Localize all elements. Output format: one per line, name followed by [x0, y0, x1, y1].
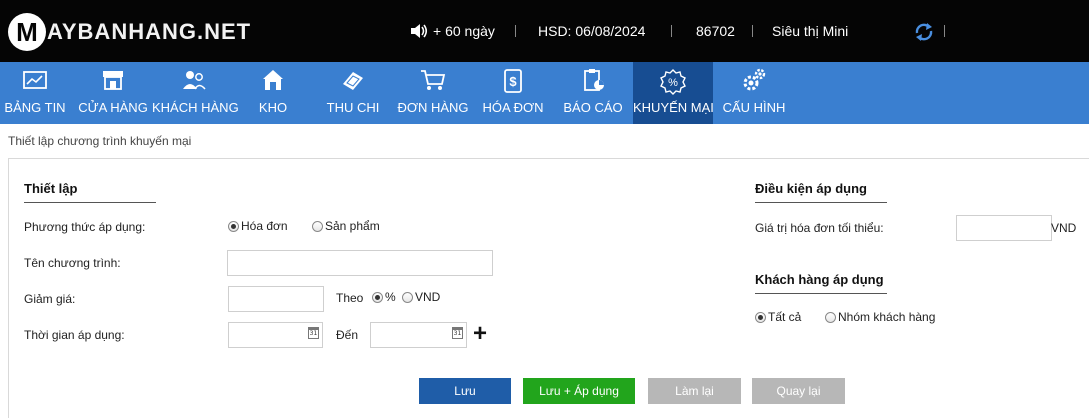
money-icon	[343, 72, 363, 90]
radio-checked[interactable]	[228, 220, 239, 232]
report-icon	[584, 69, 604, 91]
customers-radio-group[interactable]: Nhóm khách hàng	[825, 310, 935, 324]
dashboard-icon	[23, 71, 47, 89]
nav-item-settings[interactable]: CẤU HÌNH	[721, 62, 787, 124]
logo-text: AYBANHANG.NET	[47, 19, 252, 44]
breadcrumb: Thiết lập chương trình khuyến mại	[8, 134, 192, 148]
calendar-icon[interactable]: 31	[308, 327, 319, 339]
nav-item-invoices[interactable]: $ HÓA ĐƠN	[480, 62, 546, 124]
store-icon	[103, 71, 123, 90]
calendar-icon[interactable]: 31	[452, 327, 463, 339]
time-to-label: Đến	[336, 328, 359, 342]
divider	[671, 25, 672, 37]
main-nav: BẢNG TIN CỬA HÀNG KHÁCH HÀNG KHO THU CHI…	[0, 62, 1089, 124]
nav-item-customers[interactable]: KHÁCH HÀNG	[152, 62, 239, 124]
sync-icon[interactable]	[913, 21, 935, 43]
add-time-icon[interactable]: +	[473, 322, 487, 346]
back-button[interactable]: Quay lại	[752, 378, 845, 404]
method-radio-invoice[interactable]: Hóa đơn	[228, 219, 288, 233]
program-name-label: Tên chương trình:	[24, 256, 121, 270]
days-text: + 60 ngày	[433, 23, 495, 39]
start-date-input[interactable]: 31	[228, 322, 323, 348]
customers-radio-all[interactable]: Tất cả	[755, 310, 801, 324]
top-bar: M AYBANHANG.NET + 60 ngày HSD: 06/08/202…	[0, 0, 1089, 62]
min-invoice-input[interactable]	[956, 215, 1052, 241]
nav-item-dashboard[interactable]: BẢNG TIN	[0, 62, 70, 124]
customers-icon	[183, 71, 206, 90]
speaker-icon	[411, 24, 428, 38]
discount-label: Giảm giá:	[24, 292, 76, 306]
method-radio-product[interactable]: Sản phẩm	[312, 219, 380, 233]
save-button[interactable]: Lưu	[419, 378, 511, 404]
conditions-section-title: Điều kiện áp dụng	[755, 181, 887, 203]
warehouse-icon	[263, 70, 283, 90]
radio-checked[interactable]	[755, 311, 766, 323]
divider	[752, 25, 753, 37]
discount-by-label: Theo	[336, 291, 364, 305]
days-remaining: + 60 ngày	[410, 0, 495, 62]
settings-section-title: Thiết lập	[24, 181, 156, 203]
customers-section-title: Khách hàng áp dụng	[755, 272, 887, 294]
account-id: 86702	[696, 23, 735, 39]
radio-unchecked[interactable]	[312, 220, 323, 232]
currency-label: VND	[1051, 221, 1077, 235]
gears-icon	[743, 68, 766, 91]
store-type[interactable]: Siêu thị Mini	[772, 0, 848, 62]
discount-radio-vnd[interactable]: VND	[402, 290, 440, 304]
logo-badge: M	[8, 13, 46, 51]
radio-checked[interactable]	[372, 291, 383, 303]
discount-input[interactable]	[228, 286, 324, 312]
divider	[515, 25, 516, 37]
end-date-input[interactable]: 31	[370, 322, 467, 348]
nav-item-promotions[interactable]: % KHUYẾN MẠI	[633, 62, 714, 124]
nav-item-reports[interactable]: BÁO CÁO	[560, 62, 626, 124]
percent-icon: %	[660, 69, 686, 95]
svg-text:$: $	[509, 74, 517, 89]
program-name-input[interactable]	[227, 250, 493, 276]
nav-item-orders[interactable]: ĐƠN HÀNG	[396, 62, 470, 124]
save-apply-button[interactable]: Lưu + Áp dụng	[523, 378, 635, 404]
radio-unchecked[interactable]	[402, 291, 413, 303]
nav-item-finance[interactable]: THU CHI	[320, 62, 386, 124]
svg-text:%: %	[668, 77, 678, 89]
nav-item-store[interactable]: CỬA HÀNG	[78, 62, 148, 124]
invoice-icon: $	[504, 69, 522, 93]
cart-icon	[421, 70, 446, 90]
logo[interactable]: M AYBANHANG.NET	[8, 12, 251, 52]
time-label: Thời gian áp dụng:	[24, 328, 125, 342]
logo-letter: M	[16, 16, 38, 47]
min-invoice-label: Giá trị hóa đơn tối thiểu:	[755, 221, 884, 235]
expiry-date: HSD: 06/08/2024	[538, 23, 646, 39]
nav-item-warehouse[interactable]: KHO	[244, 62, 302, 124]
discount-radio-percent[interactable]: %	[372, 290, 396, 304]
method-label: Phương thức áp dụng:	[24, 220, 146, 234]
radio-unchecked[interactable]	[825, 311, 836, 323]
reset-button[interactable]: Làm lại	[648, 378, 741, 404]
divider	[944, 25, 945, 37]
